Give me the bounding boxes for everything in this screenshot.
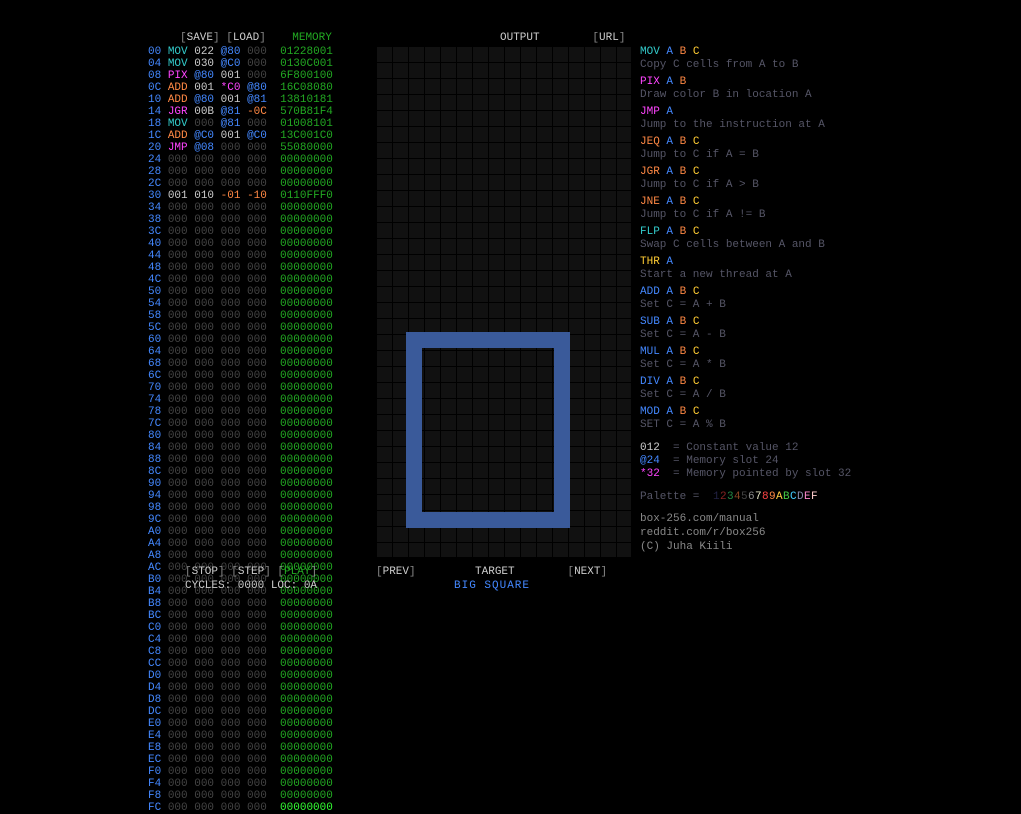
output-label: OUTPUT <box>500 32 540 44</box>
output-controls: OUTPUT [URL] <box>500 32 625 44</box>
load-button[interactable]: LOAD <box>233 32 259 44</box>
save-button[interactable]: SAVE <box>187 32 213 44</box>
big-square-shape <box>406 332 570 528</box>
status-text: CYCLES: 0000 LOC: 0A <box>185 580 317 592</box>
display-output <box>376 46 632 558</box>
reddit-link[interactable]: reddit.com/r/box256 <box>640 527 765 539</box>
next-button[interactable]: NEXT <box>574 566 600 578</box>
credit-text: (C) Juha Kiili <box>640 541 732 553</box>
nav-controls: [PREV] TARGET [NEXT] <box>376 566 607 578</box>
top-controls: [SAVE] [LOAD] MEMORY <box>180 32 332 44</box>
prev-button[interactable]: PREV <box>383 566 409 578</box>
run-controls: [STOP] [STEP] [PLAY] <box>185 566 317 578</box>
code-panel[interactable]: 00 MOV 022 @80 000 0122800104 MOV 030 @C… <box>148 46 333 814</box>
step-button[interactable]: STEP <box>238 566 264 578</box>
memory-label: MEMORY <box>292 32 332 44</box>
footer-links: box-256.com/manual reddit.com/r/box256 (… <box>640 512 765 554</box>
stop-button[interactable]: STOP <box>192 566 218 578</box>
target-name: BIG SQUARE <box>454 580 530 592</box>
play-button[interactable]: PLAY <box>284 566 310 578</box>
url-button[interactable]: URL <box>599 32 619 44</box>
manual-link[interactable]: box-256.com/manual <box>640 513 759 525</box>
target-label: TARGET <box>475 566 515 578</box>
reference-panel: MOV A B CCopy C cells from A to BPIX A B… <box>640 46 851 504</box>
